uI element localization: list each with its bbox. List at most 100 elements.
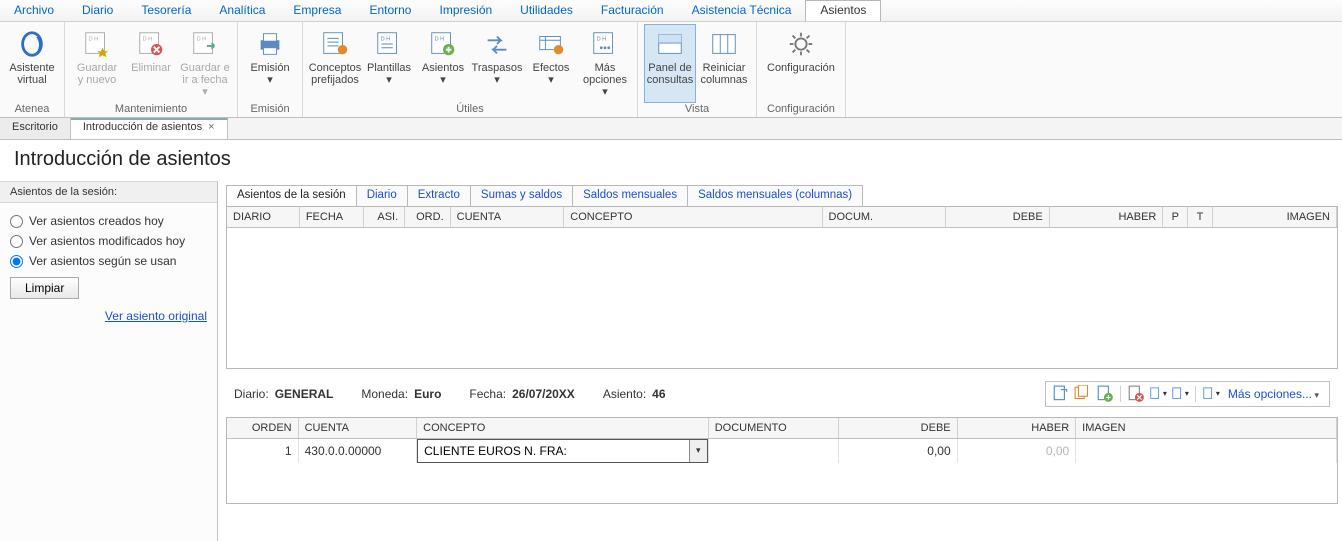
menu-analítica[interactable]: Analítica — [205, 0, 279, 21]
doctab-escritorio[interactable]: Escritorio — [0, 118, 71, 139]
ribbon-label: Eliminar — [131, 62, 171, 74]
close-icon[interactable]: × — [208, 121, 214, 133]
session-tabs: Asientos de la sesiónDiarioExtractoSumas… — [226, 185, 1338, 207]
ribbon-asistente[interactable]: Asistente virtual — [6, 24, 58, 103]
menu-diario[interactable]: Diario — [68, 0, 127, 21]
ribbon-mas-opc[interactable]: D HMás opciones ▾ — [579, 24, 631, 103]
col-imagen[interactable]: IMAGEN — [1212, 207, 1336, 228]
doc-add-icon[interactable] — [1096, 385, 1114, 403]
cell-orden[interactable]: 1 — [227, 438, 298, 463]
cell-cuenta[interactable]: 430.0.0.00000 — [298, 438, 417, 463]
clear-button[interactable]: Limpiar — [10, 277, 79, 299]
svg-text:D H: D H — [597, 36, 607, 42]
doc-copy-icon[interactable] — [1074, 385, 1092, 403]
ribbon-asientos-btn[interactable]: D HAsientos ▾ — [417, 24, 469, 103]
ribbon-plantillas[interactable]: D H Plantillas ▾ — [363, 24, 415, 103]
col-debe[interactable]: DEBE — [946, 207, 1049, 228]
cell-imagen[interactable] — [1076, 438, 1337, 463]
ecol-imagen[interactable]: IMAGEN — [1076, 418, 1337, 439]
svg-text:D H: D H — [435, 36, 445, 42]
col-ord.[interactable]: ORD. — [405, 207, 450, 228]
radio-1[interactable]: Ver asientos modificados hoy — [10, 231, 207, 251]
ribbon-emision[interactable]: Emisión ▾ — [244, 24, 296, 103]
radio-2[interactable]: Ver asientos según se usan — [10, 251, 207, 271]
concepto-input[interactable] — [418, 440, 689, 462]
ribbon-group-label: Emisión — [246, 103, 293, 117]
ribbon-label: Efectos ▾ — [533, 62, 570, 86]
menu-entorno[interactable]: Entorno — [355, 0, 425, 21]
list-icon — [319, 28, 351, 60]
ribbon-traspasos[interactable]: Traspasos ▾ — [471, 24, 523, 103]
ribbon-efectos[interactable]: Efectos ▾ — [525, 24, 577, 103]
ribbon-reiniciar[interactable]: Reiniciar columnas — [698, 24, 750, 103]
ecol-orden[interactable]: ORDEN — [227, 418, 298, 439]
cell-documento[interactable] — [708, 438, 838, 463]
cell-haber[interactable]: 0,00 — [957, 438, 1076, 463]
template-icon: D H — [373, 28, 405, 60]
menu-tesorería[interactable]: Tesorería — [127, 0, 205, 21]
menu-empresa[interactable]: Empresa — [279, 0, 355, 21]
ribbon-panel-consultas[interactable]: Panel de consultas — [644, 24, 696, 103]
toolbar-separator — [1195, 386, 1196, 402]
more-options-button[interactable]: Más opciones... — [1224, 387, 1323, 401]
menu-archivo[interactable]: Archivo — [0, 0, 68, 21]
entry-info-bar: Diario:GENERAL Moneda:Euro Fecha:26/07/2… — [226, 369, 1338, 417]
col-diario[interactable]: DIARIO — [227, 207, 299, 228]
col-p[interactable]: P — [1163, 207, 1188, 228]
doc-dd3-icon[interactable]: ▾ — [1202, 385, 1220, 403]
concepto-dropdown-button[interactable]: ▾ — [689, 440, 707, 462]
print-icon — [254, 28, 286, 60]
reinit-icon — [708, 28, 740, 60]
panel-icon — [654, 28, 686, 60]
session-tab-1[interactable]: Diario — [356, 185, 408, 206]
effects-icon — [535, 28, 567, 60]
menu-asientos[interactable]: Asientos — [805, 0, 881, 21]
ecol-haber[interactable]: HABER — [957, 418, 1076, 439]
cell-concepto[interactable]: ▾ — [417, 438, 709, 463]
radio-input-0[interactable] — [10, 215, 23, 228]
session-tab-2[interactable]: Extracto — [407, 185, 471, 206]
session-tab-5[interactable]: Saldos mensuales (columnas) — [687, 185, 863, 206]
view-original-link[interactable]: Ver asiento original — [105, 309, 207, 323]
radio-input-2[interactable] — [10, 255, 23, 268]
menu-impresión[interactable]: Impresión — [425, 0, 506, 21]
col-cuenta[interactable]: CUENTA — [450, 207, 564, 228]
session-grid-header: DIARIOFECHAASI.ORD.CUENTACONCEPTODOCUM.D… — [227, 207, 1337, 228]
session-tab-0[interactable]: Asientos de la sesión — [226, 185, 357, 206]
session-tab-4[interactable]: Saldos mensuales — [572, 185, 688, 206]
cell-debe[interactable]: 0,00 — [839, 438, 958, 463]
col-t[interactable]: T — [1188, 207, 1213, 228]
radio-input-1[interactable] — [10, 235, 23, 248]
transfer-icon — [481, 28, 513, 60]
col-concepto[interactable]: CONCEPTO — [564, 207, 822, 228]
doc-dd1-icon[interactable]: ▾ — [1149, 385, 1167, 403]
ribbon-conceptos[interactable]: Conceptos prefijados — [309, 24, 361, 103]
menu-utilidades[interactable]: Utilidades — [506, 0, 587, 21]
radio-0[interactable]: Ver asientos creados hoy — [10, 211, 207, 231]
ribbon-group-label: Configuración — [763, 103, 839, 117]
col-fecha[interactable]: FECHA — [299, 207, 363, 228]
doc-new-icon[interactable] — [1052, 385, 1070, 403]
col-docum.[interactable]: DOCUM. — [822, 207, 946, 228]
ecol-cuenta[interactable]: CUENTA — [298, 418, 417, 439]
radio-label: Ver asientos creados hoy — [29, 214, 164, 228]
menu-facturación[interactable]: Facturación — [587, 0, 678, 21]
ribbon-group-útiles: Conceptos prefijados D H Plantillas ▾D HAs… — [303, 22, 638, 117]
ribbon-guardar-nuevo: D HGuardar y nuevo — [71, 24, 123, 103]
doc-dd2-icon[interactable]: ▾ — [1171, 385, 1189, 403]
menu-asistencia técnica[interactable]: Asistencia Técnica — [678, 0, 806, 21]
entry-grid-header: ORDENCUENTACONCEPTODOCUMENTODEBEHABERIMA… — [227, 418, 1337, 439]
ecol-debe[interactable]: DEBE — [839, 418, 958, 439]
ecol-concepto[interactable]: CONCEPTO — [417, 418, 709, 439]
svg-text:D H: D H — [381, 36, 391, 42]
session-grid-empty — [227, 228, 1337, 368]
col-haber[interactable]: HABER — [1049, 207, 1163, 228]
ecol-documento[interactable]: DOCUMENTO — [708, 418, 838, 439]
session-tab-3[interactable]: Sumas y saldos — [470, 185, 573, 206]
col-asi.[interactable]: ASI. — [363, 207, 404, 228]
doctab-intro[interactable]: Introducción de asientos× — [71, 118, 228, 139]
doc-delete-icon[interactable] — [1127, 385, 1145, 403]
ribbon-label: Plantillas ▾ — [367, 62, 411, 86]
ribbon-group-configuración: ConfiguraciónConfiguración — [757, 22, 846, 117]
ribbon-config[interactable]: Configuración — [775, 24, 827, 103]
